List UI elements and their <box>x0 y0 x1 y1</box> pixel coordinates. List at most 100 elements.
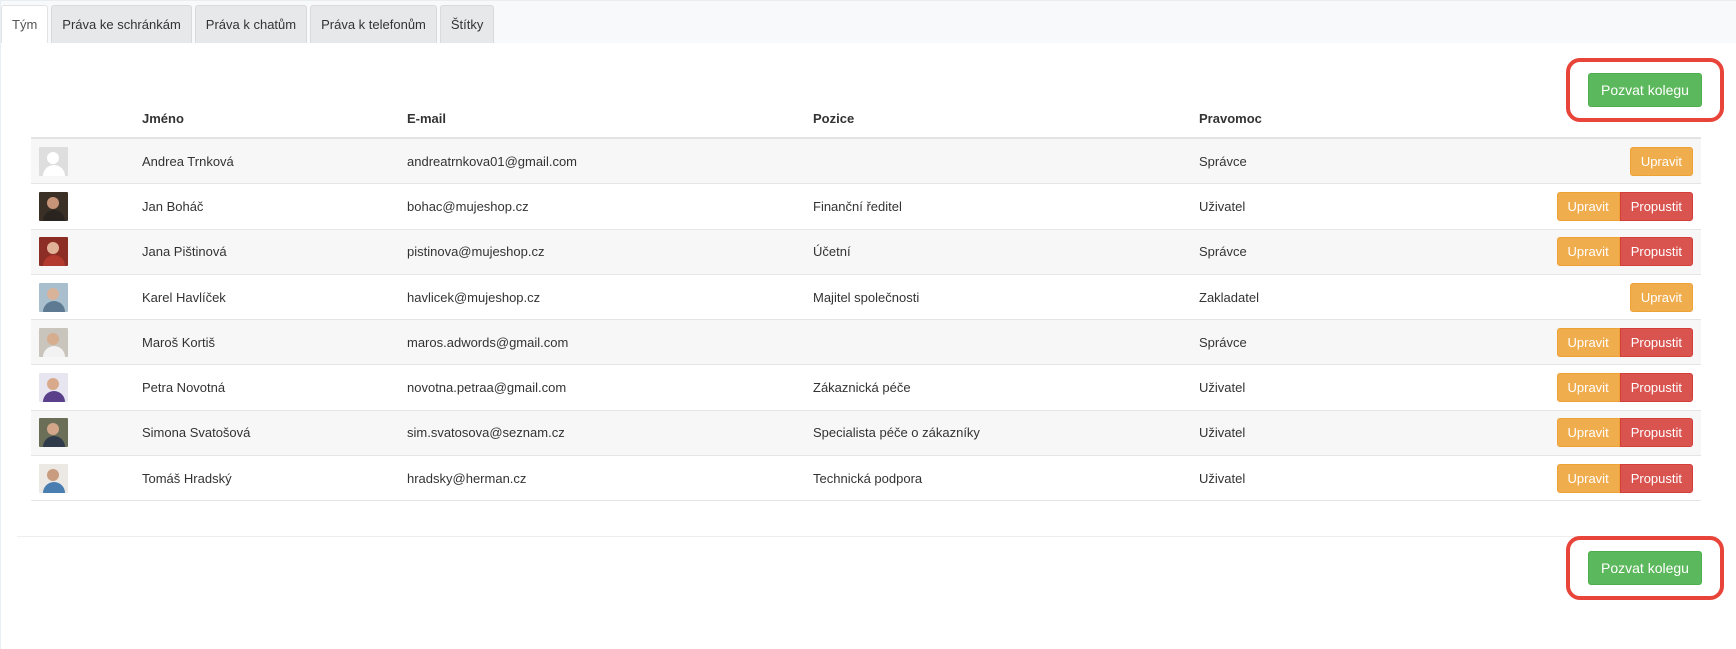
tab-item[interactable]: Práva k chatům <box>194 5 308 43</box>
avatar-cell <box>31 237 142 267</box>
edit-button[interactable]: Upravit <box>1556 373 1620 403</box>
table-header: Jméno E-mail Pozice Pravomoc <box>31 111 1701 139</box>
email-cell: maros.adwords@gmail.com <box>407 334 569 350</box>
position-cell: Zákaznická péče <box>813 380 911 396</box>
actions-cell: Upravit Propustit <box>1449 463 1701 493</box>
email-cell: sim.svatosova@seznam.cz <box>407 425 565 441</box>
edit-button[interactable]: Upravit <box>1629 282 1693 312</box>
role-cell: Uživatel <box>1199 425 1246 441</box>
table-row: Jan Boháč bohac@mujeshop.cz Finanční ředit… <box>31 184 1701 230</box>
table-row: Simona Svatošová sim.svatosova@seznam.cz S… <box>31 410 1701 457</box>
position-cell: Finanční ředitel <box>813 198 902 214</box>
tabs: Tým Práva ke schránkám Práva k chatům Práva… <box>1 5 495 43</box>
role-cell: Uživatel <box>1199 470 1246 486</box>
name-cell: Tomáš Hradský <box>142 470 232 486</box>
edit-button[interactable]: Upravit <box>1629 146 1693 176</box>
role-cell: Uživatel <box>1199 198 1246 214</box>
tab-bar: Tým Práva ke schránkám Práva k chatům Práva… <box>1 1 1736 43</box>
dismiss-button[interactable]: Propustit <box>1619 237 1693 267</box>
invite-colleague-button-top[interactable]: Pozvat kolegu <box>1588 73 1702 107</box>
avatar-cell <box>31 463 142 493</box>
dismiss-button[interactable]: Propustit <box>1619 463 1693 493</box>
avatar-cell <box>31 418 142 448</box>
dismiss-button[interactable]: Propustit <box>1619 191 1693 221</box>
column-header-role: Pravomoc <box>1199 111 1262 126</box>
dismiss-button[interactable]: Propustit <box>1619 327 1693 357</box>
avatar-cell <box>31 191 142 221</box>
avatar <box>39 327 68 357</box>
edit-button[interactable]: Upravit <box>1556 191 1620 221</box>
name-cell: Andrea Trnková <box>142 153 234 169</box>
edit-button[interactable]: Upravit <box>1556 237 1620 267</box>
tab-item[interactable]: Práva k telefonům <box>310 5 437 43</box>
action-buttons: Upravit Propustit <box>1556 327 1693 357</box>
team-table: Jméno E-mail Pozice Pravomoc Andrea Trnk… <box>31 111 1701 502</box>
invite-highlight-bottom: Pozvat kolegu <box>1566 536 1724 600</box>
column-header-name: Jméno <box>142 111 184 126</box>
avatar-cell <box>31 327 142 357</box>
table-row: Tomáš Hradský hradsky@herman.cz Technická … <box>31 456 1701 502</box>
avatar-cell <box>31 373 142 403</box>
column-header-email: E-mail <box>407 111 447 126</box>
actions-cell: Upravit Propustit <box>1449 418 1701 448</box>
position-cell: Technická podpora <box>813 470 923 486</box>
email-cell: novotna.petraa@gmail.com <box>407 380 567 396</box>
avatar <box>39 463 68 493</box>
table-row: Petra Novotná novotna.petraa@gmail.com Zák… <box>31 365 1701 411</box>
tab-item[interactable]: Štítky <box>439 5 495 43</box>
table-body: Andrea Trnková andreatrnkova01@gmail.com S… <box>31 139 1701 502</box>
action-buttons: Upravit Propustit <box>1556 237 1693 267</box>
avatar <box>39 418 68 448</box>
divider <box>17 536 1717 537</box>
table-row: Jana Pištinová pistinova@mujeshop.cz Účetn… <box>31 229 1701 275</box>
avatar <box>39 373 68 403</box>
action-buttons: Upravit <box>1629 146 1693 176</box>
email-cell: andreatrnkova01@gmail.com <box>407 153 578 169</box>
avatar <box>39 282 68 312</box>
position-cell: Specialista péče o zákazníky <box>813 425 980 441</box>
email-cell: havlicek@mujeshop.cz <box>407 289 541 305</box>
role-cell: Zakladatel <box>1199 289 1259 305</box>
action-buttons: Upravit Propustit <box>1556 418 1693 448</box>
column-header-position: Pozice <box>813 111 855 126</box>
role-cell: Správce <box>1199 334 1247 350</box>
edit-button[interactable]: Upravit <box>1556 327 1620 357</box>
action-buttons: Upravit <box>1629 282 1693 312</box>
name-cell: Petra Novotná <box>142 380 226 396</box>
table-row: Andrea Trnková andreatrnkova01@gmail.com S… <box>31 139 1701 185</box>
actions-cell: Upravit Propustit <box>1449 191 1701 221</box>
dismiss-button[interactable]: Propustit <box>1619 373 1693 403</box>
avatar-cell <box>31 146 142 176</box>
action-buttons: Upravit Propustit <box>1556 191 1693 221</box>
avatar <box>39 237 68 267</box>
name-cell: Karel Havlíček <box>142 289 226 305</box>
table-row: Maroš Kortiš maros.adwords@gmail.com Správ… <box>31 320 1701 366</box>
name-cell: Jan Boháč <box>142 198 204 214</box>
actions-cell: Upravit Propustit <box>1449 373 1701 403</box>
tab-item[interactable]: Tým <box>1 5 49 43</box>
actions-cell: Upravit Propustit <box>1449 327 1701 357</box>
avatar-cell <box>31 282 142 312</box>
name-cell: Maroš Kortiš <box>142 334 215 350</box>
actions-cell: Upravit Propustit <box>1449 237 1701 267</box>
avatar <box>39 191 68 221</box>
action-buttons: Upravit Propustit <box>1556 463 1693 493</box>
role-cell: Správce <box>1199 153 1247 169</box>
position-cell: Majitel společnosti <box>813 289 920 305</box>
avatar <box>39 146 68 176</box>
edit-button[interactable]: Upravit <box>1556 463 1620 493</box>
edit-button[interactable]: Upravit <box>1556 418 1620 448</box>
tab-item[interactable]: Práva ke schránkám <box>51 5 192 43</box>
role-cell: Správce <box>1199 244 1247 260</box>
dismiss-button[interactable]: Propustit <box>1619 418 1693 448</box>
invite-colleague-button-bottom[interactable]: Pozvat kolegu <box>1588 551 1702 585</box>
actions-cell: Upravit <box>1449 282 1701 312</box>
email-cell: pistinova@mujeshop.cz <box>407 244 545 260</box>
position-cell: Účetní <box>813 244 851 260</box>
team-page: Tým Práva ke schránkám Práva k chatům Práva… <box>0 0 1736 649</box>
name-cell: Simona Svatošová <box>142 425 251 441</box>
role-cell: Uživatel <box>1199 380 1246 396</box>
table-row: Karel Havlíček havlicek@mujeshop.cz Majite… <box>31 275 1701 321</box>
email-cell: hradsky@herman.cz <box>407 470 527 486</box>
action-buttons: Upravit Propustit <box>1556 373 1693 403</box>
